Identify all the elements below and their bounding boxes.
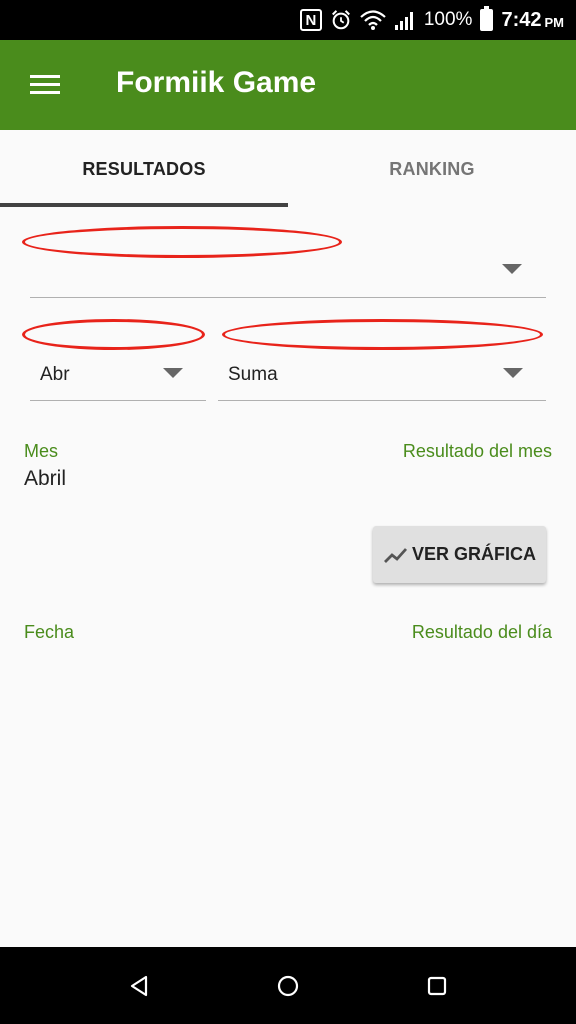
tab-resultados[interactable]: RESULTADOS — [0, 130, 288, 208]
redaction-ellipse — [222, 319, 543, 350]
home-icon[interactable] — [271, 969, 305, 1003]
app-title: Formiik Game — [116, 66, 317, 99]
month-value: Abril — [24, 467, 67, 490]
app-bar: Formiik Game — [0, 40, 576, 130]
clock-time: 7:42 — [501, 8, 542, 31]
underline — [30, 297, 546, 298]
primary-selector[interactable] — [30, 250, 546, 298]
battery-icon — [480, 6, 494, 31]
month-result-label: Resultado del mes — [402, 441, 552, 461]
redaction-ellipse — [22, 319, 205, 350]
dropdown-arrow-icon — [163, 368, 183, 378]
status-bar: N 100% 7:42 PM — [0, 0, 576, 40]
date-label: Fecha — [24, 622, 75, 642]
dropdown-arrow-icon — [502, 264, 522, 274]
wifi-icon — [360, 10, 386, 30]
month-label: Mes — [24, 441, 59, 461]
system-nav-bar — [0, 947, 576, 1024]
hamburger-menu-icon[interactable] — [22, 68, 68, 102]
daily-result-label: Resultado del día — [411, 622, 552, 642]
status-icons: N 100% 7:42 PM — [299, 0, 565, 40]
signal-icon — [394, 12, 413, 30]
view-chart-button[interactable]: VER GRÁFICA — [373, 526, 546, 583]
tab-bar: RESULTADOS RANKING — [0, 130, 576, 208]
month-selector[interactable]: Abr — [30, 352, 206, 402]
underline — [30, 400, 206, 401]
back-icon[interactable] — [122, 969, 156, 1003]
trending-up-icon — [383, 547, 408, 563]
tab-ranking[interactable]: RANKING — [288, 130, 576, 208]
clock-ampm: PM — [544, 14, 565, 30]
underline — [218, 400, 546, 401]
recents-icon[interactable] — [420, 969, 454, 1003]
view-chart-label: VER GRÁFICA — [411, 544, 536, 564]
tab-indicator — [0, 203, 288, 207]
month-selector-value: Abr — [40, 364, 70, 385]
battery-percent: 100% — [423, 9, 473, 30]
dropdown-arrow-icon — [503, 368, 523, 378]
operation-selector-value: Suma — [228, 364, 278, 385]
nfc-icon: N — [299, 9, 322, 31]
operation-selector[interactable]: Suma — [218, 352, 546, 402]
alarm-icon — [331, 10, 350, 30]
